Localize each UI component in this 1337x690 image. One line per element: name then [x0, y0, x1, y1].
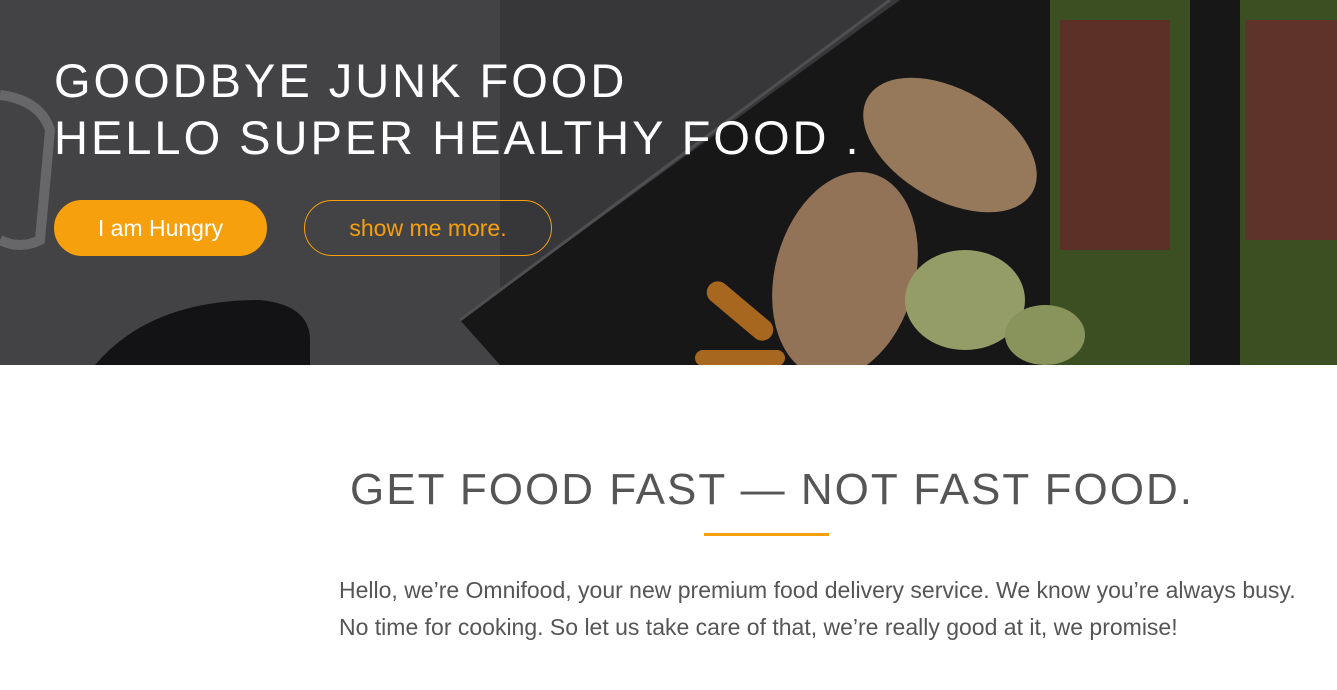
hero-text-box: GOODBYE JUNK FOOD HELLO SUPER HEALTHY FO… [54, 52, 1054, 166]
hero-section: GOODBYE JUNK FOOD HELLO SUPER HEALTHY FO… [0, 0, 1337, 365]
intro-paragraph: Hello, we’re Omnifood, your new premium … [339, 577, 1296, 640]
hero-title: GOODBYE JUNK FOOD HELLO SUPER HEALTHY FO… [54, 52, 1054, 166]
hero-title-line-1: GOODBYE JUNK FOOD [54, 54, 628, 107]
heading-underline [704, 533, 829, 536]
section-heading: GET FOOD FAST — NOT FAST FOOD. [350, 465, 1194, 514]
features-section: GET FOOD FAST — NOT FAST FOOD. Hello, we… [0, 365, 1337, 690]
hero-title-line-2: HELLO SUPER HEALTHY FOOD . [54, 111, 862, 164]
i-am-hungry-button[interactable]: I am Hungry [54, 200, 267, 256]
show-me-more-button[interactable]: show me more. [304, 200, 552, 256]
hero-buttons: I am Hungry show me more. [54, 200, 552, 256]
